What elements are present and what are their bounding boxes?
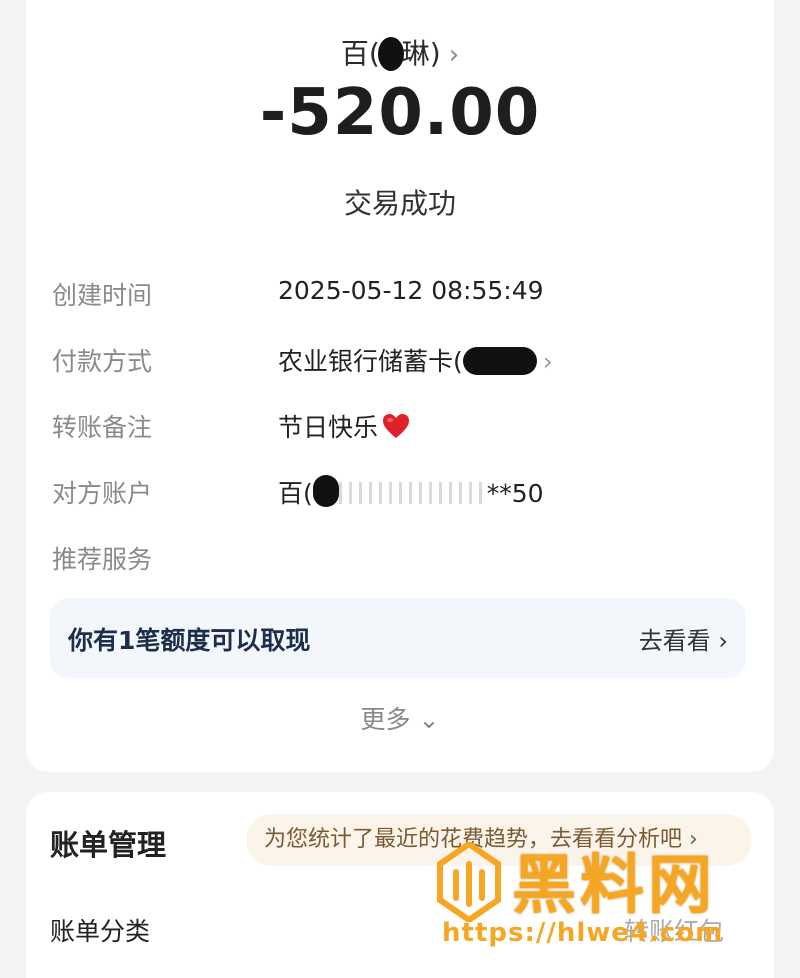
row-label: 创建时间 (52, 281, 153, 310)
promo-link[interactable]: 去看看 › (639, 621, 728, 656)
payee-name[interactable]: 百( 琳) › (26, 32, 774, 72)
row-label: 付款方式 (52, 347, 153, 376)
more-label: 更多 (360, 705, 411, 734)
row-label: 推荐服务 (52, 545, 153, 574)
cash-withdrawal-promo[interactable]: 你有1笔额度可以取现 去看看 › (50, 598, 746, 678)
blurred-account-number (338, 482, 487, 504)
row-value-prefix: 百( (278, 479, 313, 508)
payment-method-value[interactable]: 农业银行储蓄卡( › (278, 342, 553, 378)
chevron-down-icon: ⌄ (418, 705, 440, 734)
chevron-right-icon: › (542, 347, 553, 376)
transaction-status: 交易成功 (343, 187, 456, 220)
heart-icon (383, 414, 410, 438)
row-value: 节日快乐 (278, 413, 379, 442)
watermark-logo-icon (437, 842, 501, 922)
bill-management-title: 账单管理 (50, 828, 167, 862)
promo-link-label: 去看看 (638, 627, 711, 655)
redaction-blot (462, 347, 537, 375)
row-label: 对方账户 (52, 479, 153, 508)
payee-name-prefix: 百( (340, 37, 380, 70)
row-value: 2025-05-12 08:55:49 (278, 276, 544, 305)
redaction-blot (377, 37, 404, 71)
redaction-blot (312, 475, 339, 507)
transaction-detail-card: 百(琳) › -520.00 交易成功 创建时间 2025-05-12 08:55… (26, 0, 774, 772)
watermark: 黑料网 https://hlwe4.com (436, 834, 766, 954)
chevron-right-icon: › (448, 40, 460, 70)
row-value: 农业银行储蓄卡( (278, 347, 463, 376)
transaction-amount: -520.00 (259, 76, 541, 150)
chevron-right-icon: › (718, 627, 728, 655)
bill-category-label: 账单分类 (50, 917, 151, 946)
row-value-wrap: 百( **50 (278, 474, 544, 510)
row-label: 转账备注 (52, 413, 153, 442)
payee-name-suffix: 琳) (401, 37, 441, 70)
watermark-text: 黑料网 (512, 849, 716, 923)
row-value-suffix: **50 (486, 479, 544, 508)
more-button[interactable]: 更多 ⌄ (26, 700, 774, 736)
promo-text: 你有1笔额度可以取现 (68, 626, 311, 655)
watermark-url: https://hlwe4.com (442, 918, 724, 948)
row-value-wrap: 节日快乐 (278, 408, 410, 444)
